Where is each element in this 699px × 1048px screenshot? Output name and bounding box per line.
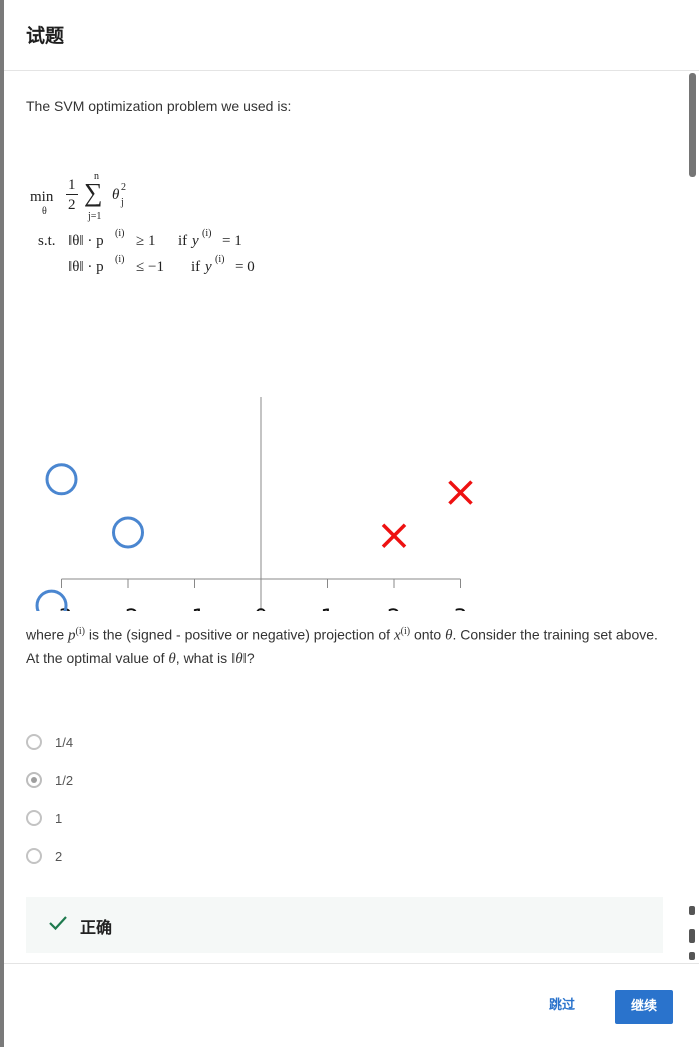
x-tick-label: -1 [184,606,206,611]
question-content[interactable]: The SVM optimization problem we used is:… [4,71,687,963]
negative-example-point [112,516,144,549]
option-label: 2 [55,848,63,864]
formula-c2-eq: = 0 [235,259,255,275]
formula-c2-y: y [205,259,212,275]
formula-c2-ysup: (i) [215,254,225,265]
formula-min-sub: θ [42,206,47,217]
formula-c1-ysup: (i) [202,228,212,239]
formula-frac-den: 2 [68,197,76,213]
result-banner: 正确 [26,897,663,953]
formula-st: s.t. [38,233,56,249]
formula-sum-term-sub: j [121,197,124,208]
scroll-marker [689,929,695,943]
option-label: 1/4 [55,734,74,750]
radio-button[interactable] [26,810,42,826]
training-set-plot: -3 -2 -1 0 1 2 3 [35,397,473,611]
radio-button[interactable] [26,734,42,750]
formula-sum-term-sup: 2 [121,182,126,193]
formula-frac-line [66,194,78,195]
formula-c2-rel: ≤ −1 [136,259,164,275]
continue-button[interactable]: 继续 [615,990,673,1024]
negative-example-point [45,463,78,496]
formula-frac-num: 1 [68,177,76,193]
option-label: 1/2 [55,772,74,788]
x-tick-label: 2 [387,606,401,611]
option-1[interactable]: 1 [26,807,62,829]
result-text: 正确 [80,918,113,937]
formula-c1-rel: ≥ 1 [136,233,156,249]
x-tick-label: 0 [254,606,268,611]
scrollbar-thumb[interactable] [689,73,696,177]
radio-button-selected[interactable] [26,772,42,788]
x-tick-label: 1 [321,606,335,611]
formula-c2-sup: (i) [115,254,125,265]
formula-c1-y: y [192,233,199,249]
option-2[interactable]: 2 [26,845,62,867]
x-tick-label: 3 [454,606,468,611]
radio-button[interactable] [26,848,42,864]
x-tick-label: -3 [51,606,73,611]
formula-sum-term: θ [112,187,120,203]
formula-sigma: ∑ [84,178,103,207]
option-1-2[interactable]: 1/2 [26,769,73,791]
checkmark-icon [49,916,67,931]
option-1-4[interactable]: 1/4 [26,731,73,753]
formula-c1-lhs: ‖θ‖ · p [68,233,104,249]
formula-sum-bottom: j=1 [88,211,102,222]
scroll-marker [689,906,695,915]
page-title: 试题 [26,25,65,47]
scroll-marker [689,952,695,960]
formula-c1-if: if [178,233,188,249]
formula-c2-lhs: ‖θ‖ · p [68,259,104,275]
skip-button[interactable]: 跳过 [540,994,584,1018]
formula-min: min [30,189,54,205]
positive-example-point [381,523,407,549]
positive-example-point [448,480,473,505]
formula-c1-sup: (i) [115,228,125,239]
option-label: 1 [55,810,63,826]
x-tick-label: -2 [117,606,139,611]
dialog-header: 试题 [4,0,699,71]
formula-c1-eq: = 1 [222,233,242,249]
scrollbar-track[interactable] [687,71,699,963]
formula-c2-if: if [191,259,201,275]
question-description: where p(i) is the (signed - positive or … [26,626,658,667]
dialog-footer: 跳过 继续 [4,963,699,1048]
question-intro: The SVM optimization problem we used is: [26,98,292,114]
